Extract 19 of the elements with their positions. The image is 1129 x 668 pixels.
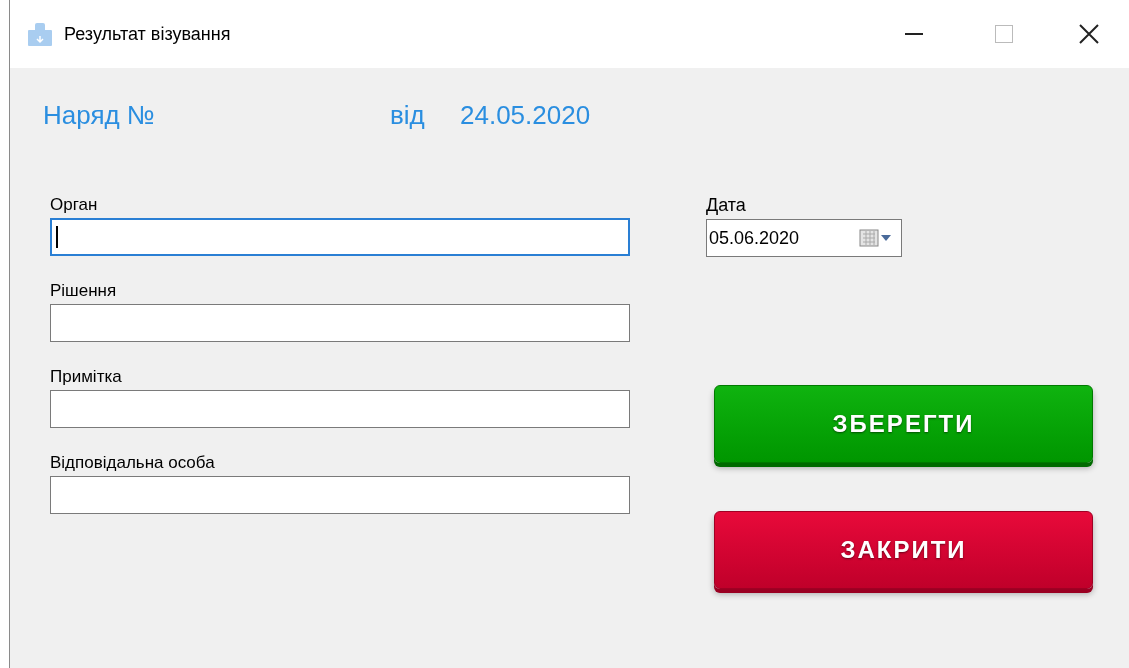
date-picker[interactable]: 05.06.2020 — [706, 219, 902, 257]
maximize-icon — [995, 25, 1013, 43]
field-label: Орган — [50, 194, 99, 216]
field-label: Відповідальна особа — [50, 452, 216, 474]
field-label: Примітка — [50, 366, 123, 388]
text-cursor-icon — [56, 226, 58, 248]
window-title: Результат візування — [64, 22, 231, 46]
text-field[interactable] — [50, 304, 630, 342]
from-label: від — [390, 98, 426, 132]
text-field[interactable] — [50, 476, 630, 514]
minimize-icon — [905, 33, 923, 35]
text-field[interactable] — [50, 390, 630, 428]
app-icon — [26, 21, 54, 47]
order-date: 24.05.2020 — [460, 98, 591, 132]
date-label: Дата — [706, 194, 747, 217]
text-field[interactable] — [50, 218, 630, 256]
close-icon — [1079, 24, 1099, 44]
order-label: Наряд № — [43, 98, 156, 132]
field-label: Рішення — [50, 280, 118, 302]
